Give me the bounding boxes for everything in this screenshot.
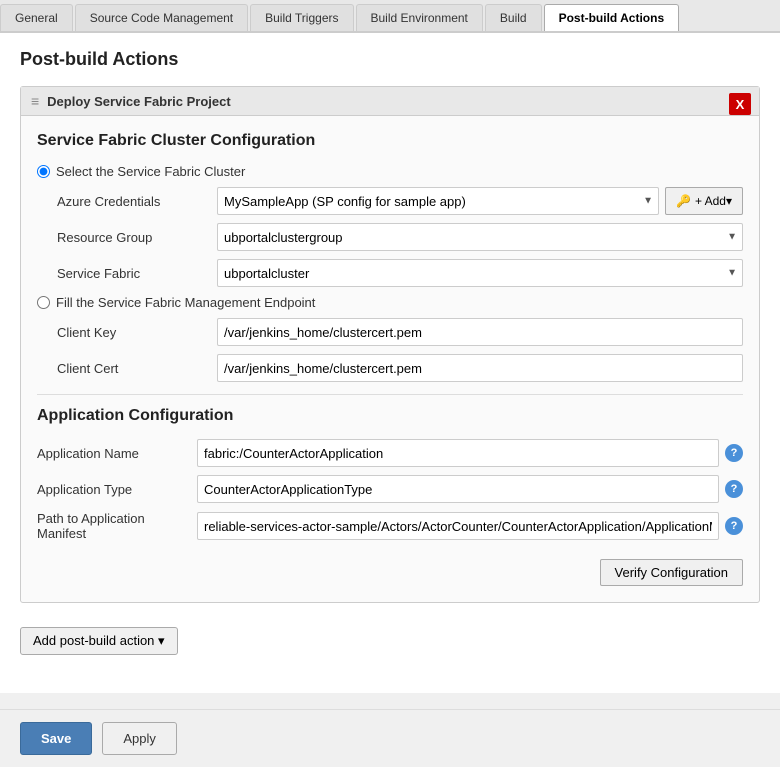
app-name-row: Application Name ? bbox=[37, 439, 743, 467]
app-type-input[interactable] bbox=[197, 475, 719, 503]
client-cert-row: Client Cert bbox=[57, 354, 743, 382]
deploy-panel: ≡ Deploy Service Fabric Project X Servic… bbox=[20, 86, 760, 603]
add-credentials-label: + Add▾ bbox=[695, 194, 732, 208]
azure-credentials-select[interactable]: MySampleApp (SP config for sample app) bbox=[217, 187, 659, 215]
manifest-row: Path to Application Manifest ? bbox=[37, 511, 743, 541]
add-credentials-button[interactable]: 🔑 + Add▾ bbox=[665, 187, 743, 215]
client-key-control bbox=[217, 318, 743, 346]
resource-group-select[interactable]: ubportalclustergroup bbox=[217, 223, 743, 251]
radio-fill-endpoint-label: Fill the Service Fabric Management Endpo… bbox=[56, 295, 315, 310]
add-postbuild-action-button[interactable]: Add post-build action ▾ bbox=[20, 627, 178, 655]
tab-source-code-management[interactable]: Source Code Management bbox=[75, 4, 248, 31]
app-name-control: ? bbox=[197, 439, 743, 467]
resource-group-row: Resource Group ubportalclustergroup ▼ bbox=[57, 223, 743, 251]
save-button[interactable]: Save bbox=[20, 722, 92, 755]
verify-configuration-button[interactable]: Verify Configuration bbox=[600, 559, 743, 586]
app-config-section: Application Configuration Application Na… bbox=[37, 407, 743, 586]
client-cert-input[interactable] bbox=[217, 354, 743, 382]
tabs-bar: General Source Code Management Build Tri… bbox=[0, 0, 780, 33]
service-fabric-select-wrapper: ubportalcluster ▼ bbox=[217, 259, 743, 287]
azure-credentials-control: MySampleApp (SP config for sample app) ▼… bbox=[217, 187, 743, 215]
client-key-label: Client Key bbox=[57, 325, 217, 340]
radio-group-cluster: Select the Service Fabric Cluster Azure … bbox=[37, 164, 743, 382]
app-type-row: Application Type ? bbox=[37, 475, 743, 503]
resource-group-label: Resource Group bbox=[57, 230, 217, 245]
tab-build-environment[interactable]: Build Environment bbox=[356, 4, 483, 31]
manifest-label: Path to Application Manifest bbox=[37, 511, 197, 541]
drag-handle-icon: ≡ bbox=[31, 93, 39, 109]
azure-credentials-select-wrapper: MySampleApp (SP config for sample app) ▼ bbox=[217, 187, 659, 215]
app-name-help-icon[interactable]: ? bbox=[725, 444, 743, 462]
manifest-control: ? bbox=[197, 512, 743, 540]
key-icon: 🔑 bbox=[676, 194, 691, 208]
app-type-label: Application Type bbox=[37, 482, 197, 497]
azure-credentials-row: Azure Credentials MySampleApp (SP config… bbox=[57, 187, 743, 215]
client-key-input[interactable] bbox=[217, 318, 743, 346]
divider bbox=[37, 394, 743, 395]
manifest-input[interactable] bbox=[197, 512, 719, 540]
panel-body: Service Fabric Cluster Configuration Sel… bbox=[21, 116, 759, 602]
bottom-bar: Save Apply bbox=[0, 709, 780, 767]
page-title: Post-build Actions bbox=[20, 49, 760, 70]
radio-select-cluster-label: Select the Service Fabric Cluster bbox=[56, 164, 245, 179]
radio-select-cluster[interactable]: Select the Service Fabric Cluster bbox=[37, 164, 743, 179]
app-name-label: Application Name bbox=[37, 446, 197, 461]
client-cert-control bbox=[217, 354, 743, 382]
service-fabric-label: Service Fabric bbox=[57, 266, 217, 281]
app-name-input[interactable] bbox=[197, 439, 719, 467]
resource-group-select-wrapper: ubportalclustergroup ▼ bbox=[217, 223, 743, 251]
tab-build-triggers[interactable]: Build Triggers bbox=[250, 4, 353, 31]
panel-header: ≡ Deploy Service Fabric Project X bbox=[21, 87, 759, 116]
app-type-help-icon[interactable]: ? bbox=[725, 480, 743, 498]
resource-group-control: ubportalclustergroup ▼ bbox=[217, 223, 743, 251]
tab-general[interactable]: General bbox=[0, 4, 73, 31]
cluster-config-title: Service Fabric Cluster Configuration bbox=[37, 132, 743, 150]
service-fabric-control: ubportalcluster ▼ bbox=[217, 259, 743, 287]
main-content: Post-build Actions ≡ Deploy Service Fabr… bbox=[0, 33, 780, 693]
radio-fill-endpoint-input[interactable] bbox=[37, 296, 50, 309]
service-fabric-select[interactable]: ubportalcluster bbox=[217, 259, 743, 287]
manifest-help-icon[interactable]: ? bbox=[725, 517, 743, 535]
radio-fill-endpoint[interactable]: Fill the Service Fabric Management Endpo… bbox=[37, 295, 743, 310]
tab-post-build-actions[interactable]: Post-build Actions bbox=[544, 4, 680, 31]
tab-build[interactable]: Build bbox=[485, 4, 542, 31]
apply-button[interactable]: Apply bbox=[102, 722, 177, 755]
radio-select-cluster-input[interactable] bbox=[37, 165, 50, 178]
azure-credentials-label: Azure Credentials bbox=[57, 194, 217, 209]
app-type-control: ? bbox=[197, 475, 743, 503]
app-config-title: Application Configuration bbox=[37, 407, 743, 425]
service-fabric-row: Service Fabric ubportalcluster ▼ bbox=[57, 259, 743, 287]
client-key-row: Client Key bbox=[57, 318, 743, 346]
close-panel-button[interactable]: X bbox=[729, 93, 751, 115]
client-cert-label: Client Cert bbox=[57, 361, 217, 376]
panel-title: Deploy Service Fabric Project bbox=[47, 94, 231, 109]
